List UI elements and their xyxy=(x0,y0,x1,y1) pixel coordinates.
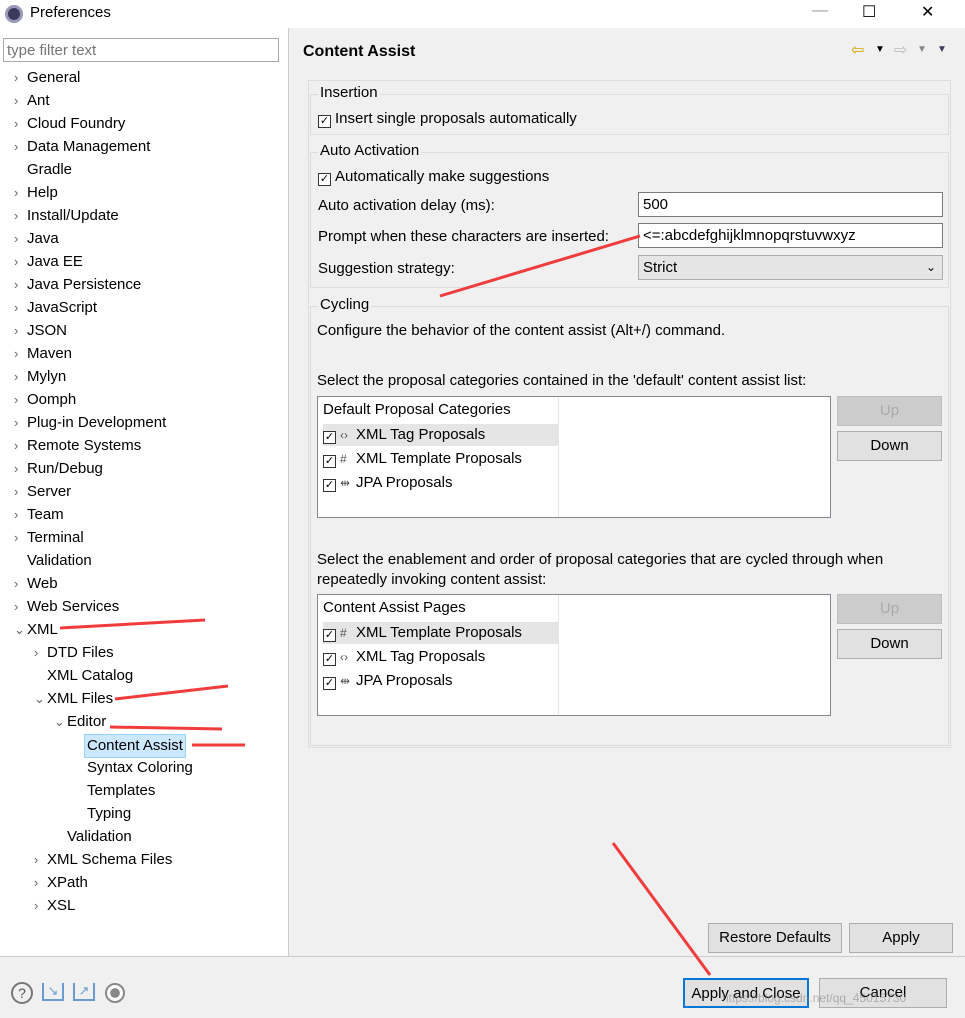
arrow-xml xyxy=(59,618,206,630)
arrow-xml-files xyxy=(114,684,229,701)
arrow-apply-close xyxy=(611,842,712,976)
arrow-prompt xyxy=(439,234,641,298)
arrow-editor xyxy=(109,725,223,731)
annotation-arrows xyxy=(59,234,712,976)
